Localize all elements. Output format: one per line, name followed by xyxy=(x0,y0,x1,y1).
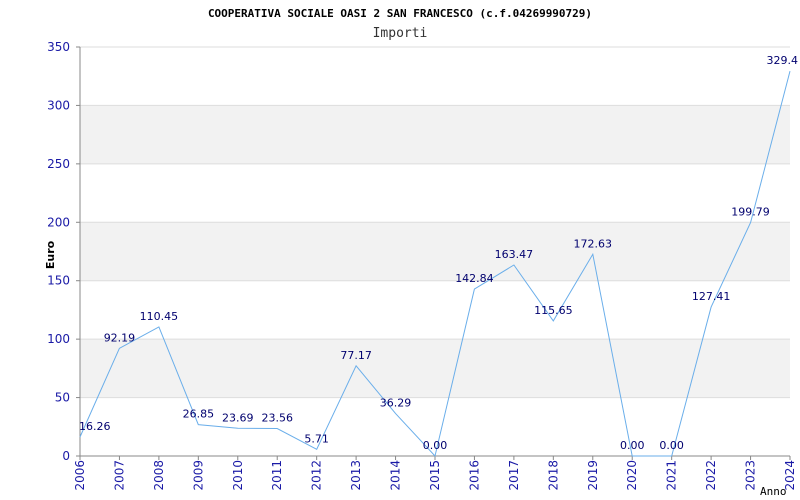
data-label: 92.19 xyxy=(104,331,136,344)
y-tick-label: 250 xyxy=(47,157,70,171)
x-tick-label: 2006 xyxy=(73,460,87,491)
data-label: 115.65 xyxy=(534,304,573,317)
y-tick-label: 350 xyxy=(47,40,70,54)
background-band xyxy=(80,105,790,164)
x-tick-label: 2015 xyxy=(428,460,442,491)
data-label: 26.85 xyxy=(183,408,215,421)
data-label: 110.45 xyxy=(140,310,179,323)
x-tick-label: 2018 xyxy=(546,460,560,491)
data-label: 0.00 xyxy=(620,439,645,452)
x-tick-label: 2011 xyxy=(270,460,284,491)
data-label: 0.00 xyxy=(423,439,448,452)
x-tick-label: 2013 xyxy=(349,460,363,491)
background-bands xyxy=(80,105,790,398)
x-tick-label: 2019 xyxy=(586,460,600,491)
x-tick-label: 2016 xyxy=(467,460,481,491)
y-tick-label: 50 xyxy=(55,391,70,405)
x-tick-label: 2010 xyxy=(231,460,245,491)
chart-subtitle: Importi xyxy=(373,26,428,41)
data-label: 172.63 xyxy=(574,237,613,250)
x-tick-label: 2014 xyxy=(389,460,403,491)
data-label: 5.71 xyxy=(304,432,329,445)
data-label: 127.41 xyxy=(692,290,731,303)
data-label: 16.26 xyxy=(79,420,111,433)
background-band xyxy=(80,339,790,398)
x-axis-label: Anno xyxy=(760,485,787,498)
x-tick-labels: 2006 2007 2008 2009 2010 2011 2012 2013 2014 2015… xyxy=(73,460,797,491)
x-tick-label: 2022 xyxy=(704,460,718,491)
y-tick-label: 300 xyxy=(47,98,70,112)
x-tick-label: 2007 xyxy=(112,460,126,491)
x-tick-label: 2020 xyxy=(625,460,639,491)
chart-title: COOPERATIVA SOCIALE OASI 2 SAN FRANCESCO… xyxy=(208,7,592,20)
data-label: 77.17 xyxy=(340,349,372,362)
data-label: 0.00 xyxy=(659,439,684,452)
x-tick-label: 2008 xyxy=(152,460,166,491)
y-tick-label: 200 xyxy=(47,215,70,229)
background-band xyxy=(80,222,790,281)
x-tick-label: 2017 xyxy=(507,460,521,491)
y-axis-label: Euro xyxy=(44,240,57,269)
x-tick-label: 2009 xyxy=(191,460,205,491)
data-label: 36.29 xyxy=(380,397,412,410)
y-tick-label: 150 xyxy=(47,274,70,288)
data-label: 199.79 xyxy=(731,206,770,219)
x-tick-label: 2023 xyxy=(744,460,758,491)
line-chart: 050100150200250300350 2006 2007 2008 2009 20… xyxy=(44,7,799,498)
data-label: 329.4 xyxy=(767,54,799,67)
data-label: 142.84 xyxy=(455,272,494,285)
data-label: 23.69 xyxy=(222,411,254,424)
y-tick-label: 100 xyxy=(47,332,70,346)
y-tick-label: 0 xyxy=(62,449,70,463)
data-label: 23.56 xyxy=(261,411,293,424)
x-tick-label: 2021 xyxy=(665,460,679,491)
x-tick-label: 2012 xyxy=(310,460,324,491)
data-label: 163.47 xyxy=(495,248,534,261)
